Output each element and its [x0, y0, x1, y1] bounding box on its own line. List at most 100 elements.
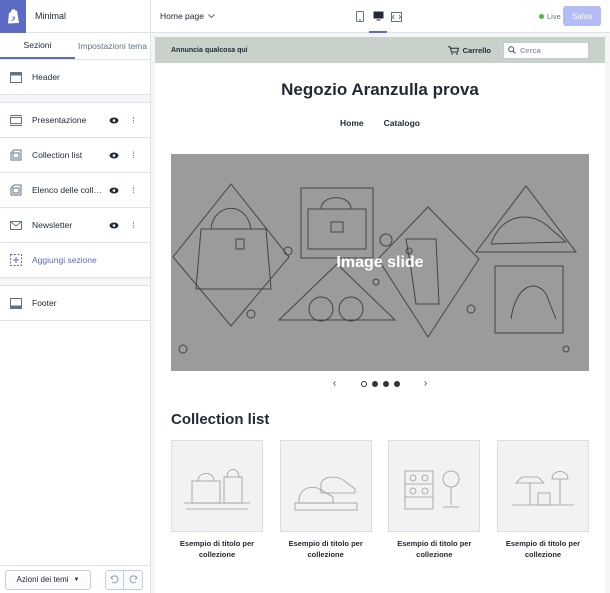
main-nav: Home Catalogo	[155, 118, 605, 128]
save-button[interactable]: Salva	[563, 6, 601, 26]
collection-grid: Esempio di titolo per collezione Esempio…	[171, 440, 589, 560]
collection-card[interactable]: Esempio di titolo per collezione	[496, 440, 589, 560]
add-section-button[interactable]: Aggiungi sezione	[0, 243, 150, 278]
layout-footer-icon	[10, 297, 22, 309]
sidebar: Minimal Sezioni Impostazioni tema Header…	[0, 0, 151, 593]
search-input[interactable]: Cerca	[503, 41, 589, 59]
theme-actions-button[interactable]: Azioni dei temi ▼	[5, 569, 91, 590]
add-section-icon	[10, 254, 22, 266]
eye-icon[interactable]	[108, 187, 120, 194]
drag-handle-icon[interactable]: ⁞	[129, 115, 137, 125]
theme-actions-label: Azioni dei temi	[16, 575, 69, 584]
collection-card[interactable]: Esempio di titolo per collezione	[279, 440, 372, 560]
sidebar-item-label: Presentazione	[32, 115, 87, 125]
collection-placeholder-image	[496, 440, 589, 532]
mail-icon	[10, 219, 22, 231]
sidebar-item-slideshow[interactable]: Presentazione ⁞	[0, 103, 150, 138]
tab-sections[interactable]: Sezioni	[0, 33, 75, 59]
nav-item-home[interactable]: Home	[340, 118, 364, 128]
sidebar-item-header[interactable]: Header	[0, 60, 150, 95]
sidebar-header: Minimal	[0, 0, 150, 33]
collection-placeholder-image	[171, 440, 263, 532]
divider	[0, 278, 150, 286]
mobile-view-button[interactable]	[351, 0, 369, 33]
desktop-view-button[interactable]	[369, 0, 387, 33]
device-switcher	[351, 0, 405, 33]
page-selector[interactable]: Home page	[160, 11, 215, 21]
collection-placeholder-image	[388, 440, 481, 532]
undo-redo-group	[105, 569, 143, 590]
collection-icon	[10, 184, 22, 196]
slide-dot[interactable]	[360, 380, 367, 387]
fullscreen-icon	[390, 11, 402, 22]
image-slide[interactable]: Image slide	[171, 154, 589, 371]
collection-card[interactable]: Esempio di titolo per collezione	[171, 440, 263, 560]
sidebar-item-newsletter[interactable]: Newsletter ⁞	[0, 208, 150, 243]
slide-dot[interactable]	[393, 380, 400, 387]
sidebar-item-collection-list[interactable]: Collection list ⁞	[0, 138, 150, 173]
chevron-down-icon	[208, 13, 215, 18]
collection-list-title: Collection list	[171, 411, 270, 428]
search-placeholder: Cerca	[520, 45, 541, 55]
chevron-right-icon[interactable]: ›	[416, 378, 436, 389]
cart-link[interactable]: Carrello	[447, 45, 491, 55]
tab-theme-settings[interactable]: Impostazioni tema	[75, 33, 150, 59]
theme-editor: Minimal Sezioni Impostazioni tema Header…	[0, 0, 610, 593]
cart-label: Carrello	[462, 45, 491, 55]
store-title[interactable]: Negozio Aranzulla prova	[155, 80, 605, 100]
collection-card[interactable]: Esempio di titolo per collezione	[388, 440, 481, 560]
slide-caption: Image slide	[336, 253, 424, 271]
drag-handle-icon[interactable]: ⁞	[129, 220, 137, 230]
sidebar-item-footer[interactable]: Footer	[0, 286, 150, 321]
live-label: Live	[547, 12, 561, 21]
announcement-text: Annuncia qualcosa qui	[171, 46, 248, 54]
editor-topbar: Home page Live Salva	[151, 0, 610, 33]
collection-title: Esempio di titolo per collezione	[288, 539, 363, 559]
preview-area: Annuncia qualcosa qui Carrello Cerca Neg…	[151, 33, 610, 593]
live-dot-icon	[539, 14, 544, 19]
divider	[0, 95, 150, 103]
drag-handle-icon[interactable]: ⁞	[129, 150, 137, 160]
mobile-icon	[356, 11, 364, 22]
storefront-preview: Annuncia qualcosa qui Carrello Cerca Neg…	[155, 37, 605, 593]
collection-icon	[10, 149, 22, 161]
sidebar-item-label: Footer	[32, 298, 57, 308]
fullscreen-view-button[interactable]	[387, 0, 405, 33]
chevron-left-icon[interactable]: ‹	[325, 378, 345, 389]
eye-icon[interactable]	[108, 117, 120, 124]
sidebar-footer-bar: Azioni dei temi ▼	[0, 565, 150, 593]
drag-handle-icon[interactable]: ⁞	[129, 185, 137, 195]
slideshow-controls: ‹ ›	[155, 378, 605, 389]
live-status: Live	[539, 12, 561, 21]
collection-title: Esempio di titolo per collezione	[397, 539, 472, 559]
page-selector-label: Home page	[160, 11, 204, 21]
desktop-icon	[373, 11, 383, 20]
announcement-bar: Annuncia qualcosa qui Carrello Cerca	[155, 37, 605, 63]
add-section-label: Aggiungi sezione	[32, 255, 97, 265]
cart-icon	[447, 45, 459, 55]
sidebar-item-label: Collection list	[32, 150, 83, 160]
undo-button[interactable]	[105, 569, 124, 590]
slide-dots	[360, 380, 400, 387]
sidebar-item-collections-list[interactable]: Elenco delle collezioni ⁞	[0, 173, 150, 208]
redo-button[interactable]	[124, 569, 143, 590]
search-icon	[508, 46, 516, 54]
layout-header-icon	[10, 71, 22, 83]
sidebar-item-label: Elenco delle collezioni	[32, 185, 102, 195]
sidebar-item-label: Header	[32, 72, 60, 82]
slide-dot[interactable]	[371, 380, 378, 387]
nav-item-catalog[interactable]: Catalogo	[384, 118, 420, 128]
undo-icon	[110, 575, 119, 584]
theme-name: Minimal	[35, 11, 67, 21]
slide-dot[interactable]	[382, 380, 389, 387]
sidebar-item-label: Newsletter	[32, 220, 73, 230]
sidebar-tabs: Sezioni Impostazioni tema	[0, 33, 150, 60]
collection-placeholder-image	[279, 440, 372, 532]
collection-title: Esempio di titolo per collezione	[505, 539, 581, 559]
redo-icon	[129, 575, 138, 584]
eye-icon[interactable]	[108, 222, 120, 229]
slideshow-icon	[10, 114, 22, 126]
eye-icon[interactable]	[108, 152, 120, 159]
caret-down-icon: ▼	[73, 576, 80, 583]
shopify-logo-icon[interactable]	[0, 0, 26, 33]
